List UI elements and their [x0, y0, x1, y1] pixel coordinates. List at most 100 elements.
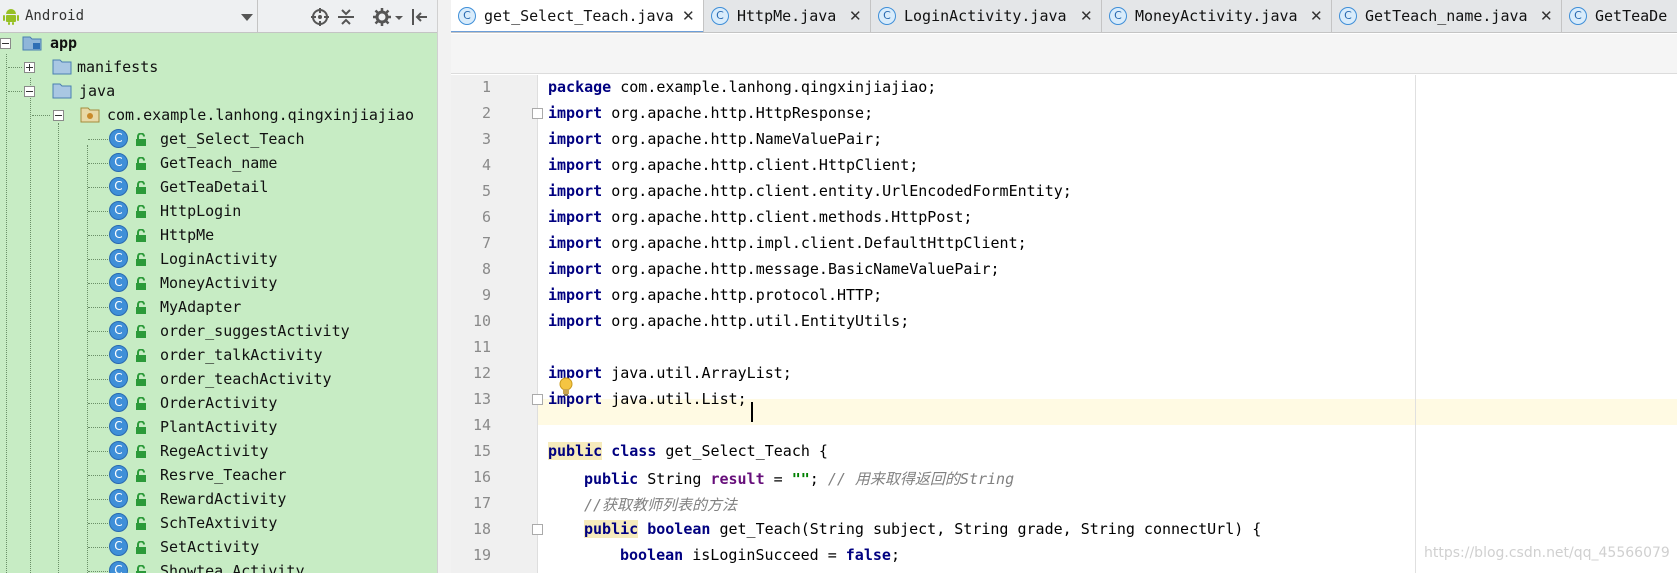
tree-item-class[interactable]: C GetTeach_name: [0, 151, 437, 175]
close-icon[interactable]: ✕: [1080, 7, 1093, 25]
fold-marker[interactable]: [532, 394, 543, 405]
tree-item-class[interactable]: C order_teachActivity: [0, 367, 437, 391]
lightbulb-icon[interactable]: [558, 377, 574, 397]
collapse-icon[interactable]: [24, 86, 35, 97]
tree-guide: [8, 67, 22, 68]
tree-item-class[interactable]: C Resrve_Teacher: [0, 463, 437, 487]
hide-panel-icon[interactable]: [410, 7, 430, 27]
fold-marker[interactable]: [532, 524, 543, 535]
close-icon[interactable]: ✕: [1310, 7, 1323, 25]
tree-item-class[interactable]: C Showtea Activity: [0, 559, 437, 573]
lock-open-icon: [136, 565, 146, 573]
tree-item-package[interactable]: com.example.lanhong.qingxinjiajiao: [0, 103, 437, 127]
tree-item-class[interactable]: C SetActivity: [0, 535, 437, 559]
tab-getteach-name[interactable]: C GetTeach_name.java ✕: [1332, 0, 1562, 32]
keyword: import: [548, 364, 603, 382]
lock-open-icon: [136, 325, 146, 338]
tree-item-app[interactable]: app: [0, 31, 437, 55]
keyword: public: [584, 470, 639, 488]
line-number: 4: [481, 156, 491, 174]
tab-get-select-teach[interactable]: C get_Select_Teach.java ✕: [451, 0, 704, 32]
close-icon[interactable]: ✕: [1540, 7, 1553, 25]
tab-getteadetail[interactable]: C GetTeaDe: [1562, 0, 1677, 32]
tree-item-java[interactable]: java: [0, 79, 437, 103]
close-icon[interactable]: ✕: [682, 7, 695, 25]
string-literal: "": [791, 470, 810, 488]
tree-guide: [88, 523, 108, 524]
line-number: 14: [472, 416, 491, 434]
line-number: 19: [472, 546, 491, 564]
class-icon: C: [109, 129, 128, 148]
tree-label: HttpLogin: [160, 202, 242, 220]
tree-guide: [88, 499, 108, 500]
target-icon[interactable]: [310, 7, 330, 27]
tree-guide: [8, 91, 22, 92]
tree-label: get_Select_Teach: [160, 130, 305, 148]
view-mode-dropdown[interactable]: Android: [0, 0, 258, 33]
tab-httpme[interactable]: C HttpMe.java ✕: [704, 0, 871, 32]
tree-item-class[interactable]: C order_suggestActivity: [0, 319, 437, 343]
package-icon: [80, 107, 100, 123]
tree-item-class[interactable]: C HttpMe: [0, 223, 437, 247]
tab-moneyactivity[interactable]: C MoneyActivity.java ✕: [1102, 0, 1332, 32]
panel-splitter[interactable]: [437, 0, 451, 573]
tree-item-class[interactable]: C get_Select_Teach: [0, 127, 437, 151]
collapse-all-icon[interactable]: [336, 7, 356, 27]
code-text: ;: [809, 470, 828, 488]
tree-label: com.example.lanhong.qingxinjiajiao: [107, 106, 415, 124]
tree-label: HttpMe: [160, 226, 215, 244]
gear-dropdown-icon[interactable]: [394, 7, 404, 27]
code-text: =: [764, 470, 792, 488]
code-line: import org.apache.http.protocol.HTTP;: [548, 286, 882, 304]
project-panel: Android app manifests java com.example.l…: [0, 0, 437, 573]
code-line: import org.apache.http.HttpResponse;: [548, 104, 873, 122]
tree-item-class[interactable]: C MyAdapter: [0, 295, 437, 319]
code-line: import org.apache.http.client.entity.Url…: [548, 182, 1072, 200]
lock-open-icon: [136, 349, 146, 362]
folder-icon: [52, 83, 72, 99]
expand-icon[interactable]: [24, 62, 35, 73]
tree-guide: [88, 475, 108, 476]
lock-open-icon: [136, 469, 146, 482]
tree-item-class[interactable]: C RegeActivity: [0, 439, 437, 463]
line-number: 7: [481, 234, 491, 252]
tree-item-class[interactable]: C PlantActivity: [0, 415, 437, 439]
collapse-icon[interactable]: [53, 110, 64, 121]
tab-loginactivity[interactable]: C LoginActivity.java ✕: [871, 0, 1102, 32]
module-folder-icon: [22, 36, 42, 51]
lock-open-icon: [136, 205, 146, 218]
line-number: 17: [472, 494, 491, 512]
fold-marker[interactable]: [532, 108, 543, 119]
tree-item-class[interactable]: C GetTeaDetail: [0, 175, 437, 199]
code-text: org.apache.http.HttpResponse;: [602, 104, 874, 122]
right-margin-guide: [1415, 75, 1416, 573]
gear-icon[interactable]: [372, 7, 392, 27]
line-number: 13: [472, 390, 491, 408]
class-icon: C: [109, 345, 128, 364]
tree-item-class[interactable]: C SchTeAxtivity: [0, 511, 437, 535]
tree-item-manifests[interactable]: manifests: [0, 55, 437, 79]
close-icon[interactable]: ✕: [849, 7, 862, 25]
tree-item-class[interactable]: C OrderActivity: [0, 391, 437, 415]
lock-open-icon: [136, 517, 146, 530]
tree-item-class[interactable]: C RewardActivity: [0, 487, 437, 511]
tree-item-class[interactable]: C MoneyActivity: [0, 271, 437, 295]
keyword: import: [548, 234, 603, 252]
tree-item-class[interactable]: C LoginActivity: [0, 247, 437, 271]
class-icon: C: [109, 537, 128, 556]
tree-item-class[interactable]: C HttpLogin: [0, 199, 437, 223]
tree-guide: [88, 571, 108, 572]
tree-label: order_teachActivity: [160, 370, 332, 388]
tree-label: SchTeAxtivity: [160, 514, 278, 532]
class-icon: C: [109, 513, 128, 532]
class-icon: C: [1339, 7, 1357, 25]
code-line: import java.util.ArrayList;: [548, 364, 792, 382]
lock-open-icon: [136, 397, 146, 410]
tree-item-class[interactable]: C order_talkActivity: [0, 343, 437, 367]
keyword: false: [845, 546, 891, 564]
chevron-down-icon[interactable]: [241, 14, 253, 21]
collapse-icon[interactable]: [0, 38, 11, 49]
keyword: class: [602, 442, 657, 460]
code-line: boolean isLoginSucceed = false;: [620, 546, 900, 564]
code-text: ;: [890, 546, 900, 564]
